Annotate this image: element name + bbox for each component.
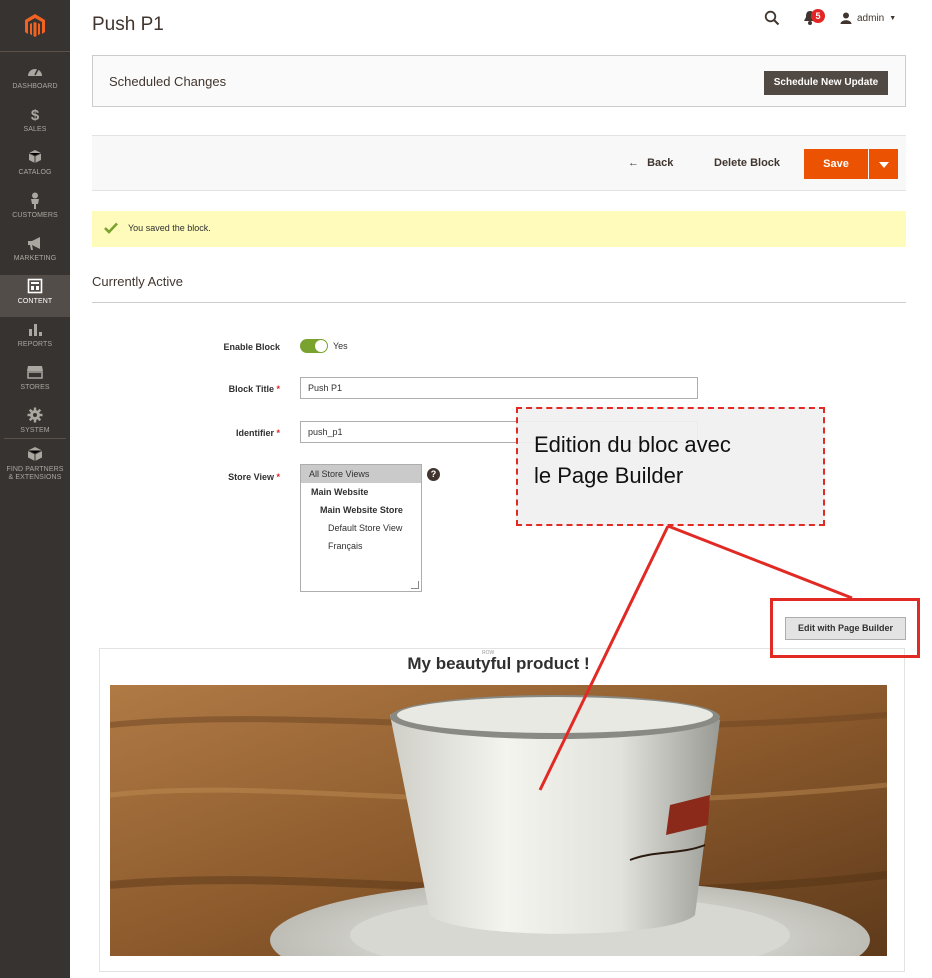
store-option[interactable]: Main Website [301,483,421,501]
block-title-label: Block Title * [160,384,280,394]
app-root: DASHBOARD $ SALES CATALOG CUSTOMERS MARK… [0,0,932,978]
user-menu[interactable]: admin ▼ [840,12,896,24]
identifier-label-text: Identifier [235,428,274,438]
block-title-field[interactable]: Push P1 [300,377,698,399]
sidebar-item-label: FIND PARTNERS [6,466,64,473]
cube-icon [0,149,70,169]
toggle-knob [315,340,327,352]
checkmark-icon [104,221,118,239]
back-button-label: Back [647,157,674,169]
store-view-multiselect[interactable]: All Store Views Main Website Main Websit… [300,464,422,592]
user-icon [840,12,852,24]
sidebar-item-dashboard[interactable]: DASHBOARD [0,60,70,102]
search-icon [764,10,780,26]
section-divider [92,302,906,303]
coffee-cup-image [110,685,887,956]
schedule-new-update-button[interactable]: Schedule New Update [764,71,888,95]
annotation-text: Edition du bloc avec le Page Builder [534,429,814,491]
dollar-icon: $ [30,107,40,124]
required-marker: * [276,472,280,482]
sidebar-item-label: MARKETING [13,255,57,262]
layout-icon [0,278,70,298]
store-view-label-text: Store View [228,472,274,482]
back-button[interactable]: ← Back [628,157,673,169]
sidebar-item-sales[interactable]: $ SALES [0,103,70,145]
store-option[interactable]: Default Store View [301,519,421,537]
save-options-toggle[interactable] [869,149,898,179]
enable-block-value: Yes [333,341,348,351]
annotation-highlight-box [770,598,920,658]
storefront-icon [0,364,70,384]
sidebar-item-label: DASHBOARD [12,83,58,90]
megaphone-icon [0,235,70,255]
sidebar-item-find-partners[interactable]: FIND PARTNERS & EXTENSIONS [0,443,70,487]
admin-sidebar: DASHBOARD $ SALES CATALOG CUSTOMERS MARK… [0,0,70,978]
resize-handle[interactable] [411,581,419,589]
required-marker: * [276,384,280,394]
sidebar-item-label: CATALOG [18,169,52,176]
block-title-label-text: Block Title [228,384,274,394]
store-view-label: Store View * [160,472,280,482]
box-icon [0,446,70,466]
store-option[interactable]: All Store Views [301,465,421,483]
sidebar-item-label: REPORTS [17,341,53,348]
annotation-callout: Edition du bloc avec le Page Builder [516,407,825,526]
arrow-left-icon: ← [628,157,639,169]
gauge-icon [0,63,70,83]
notifications-badge: 5 [811,9,825,23]
sidebar-item-label: CONTENT [17,298,53,305]
sidebar-item-marketing[interactable]: MARKETING [0,232,70,274]
delete-block-button[interactable]: Delete Block [714,157,780,169]
enable-block-label: Enable Block [223,342,280,352]
store-option[interactable]: Français [301,537,421,555]
bar-chart-icon [0,321,70,341]
sidebar-item-customers[interactable]: CUSTOMERS [0,189,70,231]
magento-logo[interactable] [0,0,70,52]
enable-block-toggle[interactable] [300,339,328,353]
page-title: Push P1 [92,14,164,35]
sidebar-divider [4,438,66,439]
sidebar-item-label: SALES [23,126,47,133]
content-image [110,685,887,956]
sidebar-item-reports[interactable]: REPORTS [0,318,70,360]
sidebar-item-catalog[interactable]: CATALOG [0,146,70,188]
save-button[interactable]: Save [804,149,868,179]
sidebar-item-content[interactable]: CONTENT [0,275,70,317]
success-message: You saved the block. [92,211,906,247]
scheduled-changes-title: Scheduled Changes [109,74,227,89]
required-marker: * [276,428,280,438]
search-button[interactable] [764,10,780,31]
annotation-line-1: Edition du bloc avec [534,432,731,457]
success-message-text: You saved the block. [128,223,211,233]
sidebar-item-label: SYSTEM [20,427,50,434]
annotation-line-2: le Page Builder [534,463,684,488]
scheduled-changes-panel: Scheduled Changes Schedule New Update [92,55,906,107]
help-icon[interactable]: ? [427,468,440,481]
person-icon [0,192,70,212]
sidebar-item-system[interactable]: SYSTEM [0,404,70,446]
sidebar-item-stores[interactable]: STORES [0,361,70,403]
section-title: Currently Active [92,274,184,289]
caret-down-icon [879,162,889,168]
page-actions-bar: ← Back Delete Block Save [92,135,906,191]
sidebar-item-label: STORES [20,384,50,391]
sidebar-item-label: CUSTOMERS [12,212,58,219]
user-name: admin [857,12,885,24]
magento-logo-icon [25,13,45,37]
gear-icon [0,407,70,427]
identifier-label: Identifier * [160,428,280,438]
chevron-down-icon: ▼ [889,14,897,22]
store-option[interactable]: Main Website Store [301,501,421,519]
sidebar-item-label: & EXTENSIONS [8,474,62,481]
